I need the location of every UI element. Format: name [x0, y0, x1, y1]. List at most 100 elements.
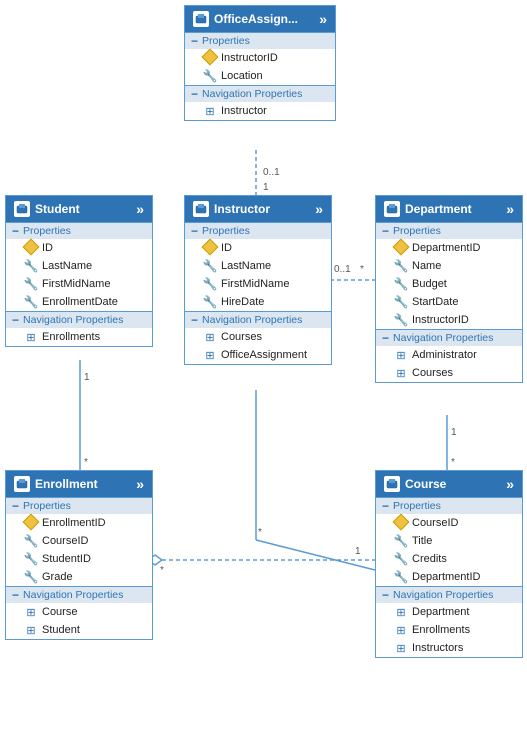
department-properties-header: − Properties: [376, 222, 522, 239]
department-prop-startdate: 🔧 StartDate: [376, 293, 522, 311]
wrench-icon: 🔧: [24, 259, 38, 273]
department-prop-departmentid: DepartmentID: [376, 239, 522, 257]
enrollment-prop-enrollmentid: EnrollmentID: [6, 514, 152, 532]
entity-student: Student » − Properties ID 🔧 LastName 🔧 F…: [5, 195, 153, 347]
key-icon: [24, 516, 38, 530]
entity-student-icon: [14, 201, 30, 217]
instructor-nav-header: − Navigation Properties: [185, 311, 331, 328]
wrench-icon: 🔧: [394, 552, 408, 566]
student-properties-header: − Properties: [6, 222, 152, 239]
enrollment-nav-student: ⊞ Student: [6, 621, 152, 639]
entity-course: Course » − Properties CourseID 🔧 Title 🔧…: [375, 470, 523, 658]
entity-course-title: Course: [405, 477, 446, 491]
department-prop-budget: 🔧 Budget: [376, 275, 522, 293]
officeassignment-nav-instructor: ⊞ Instructor: [185, 102, 335, 120]
department-nav-administrator: ⊞ Administrator: [376, 346, 522, 364]
department-nav-header: − Navigation Properties: [376, 329, 522, 346]
department-prop-name: 🔧 Name: [376, 257, 522, 275]
nav-icon: ⊞: [394, 605, 408, 619]
entity-student-expand[interactable]: »: [136, 202, 144, 216]
course-prop-courseid: CourseID: [376, 514, 522, 532]
entity-enrollment-icon: [14, 476, 30, 492]
svg-text:1: 1: [263, 182, 269, 193]
wrench-icon: 🔧: [394, 570, 408, 584]
nav-icon: ⊞: [394, 623, 408, 637]
department-prop-instructorid: 🔧 InstructorID: [376, 311, 522, 329]
wrench-icon: 🔧: [24, 570, 38, 584]
svg-text:0..1: 0..1: [334, 264, 351, 275]
key-icon: [203, 241, 217, 255]
diagram-container: 0..1 1 1 * 0..1 * * 1 * * 1 Off: [0, 0, 527, 742]
entity-department-expand[interactable]: »: [506, 202, 514, 216]
officeassignment-prop-location: 🔧 Location: [185, 67, 335, 85]
wrench-icon: 🔧: [24, 277, 38, 291]
svg-text:*: *: [258, 527, 262, 538]
wrench-icon: 🔧: [24, 534, 38, 548]
nav-icon: ⊞: [24, 330, 38, 344]
wrench-icon: 🔧: [203, 277, 217, 291]
student-prop-enrollmentdate: 🔧 EnrollmentDate: [6, 293, 152, 311]
course-prop-credits: 🔧 Credits: [376, 550, 522, 568]
entity-enrollment: Enrollment » − Properties EnrollmentID 🔧…: [5, 470, 153, 640]
wrench-icon: 🔧: [394, 295, 408, 309]
entity-department-icon: [384, 201, 400, 217]
nav-icon: ⊞: [394, 366, 408, 380]
entity-enrollment-expand[interactable]: »: [136, 477, 144, 491]
student-prop-lastname: 🔧 LastName: [6, 257, 152, 275]
course-prop-departmentid: 🔧 DepartmentID: [376, 568, 522, 586]
wrench-icon: 🔧: [203, 259, 217, 273]
entity-course-expand[interactable]: »: [506, 477, 514, 491]
course-properties-header: − Properties: [376, 497, 522, 514]
svg-text:0..1: 0..1: [263, 167, 280, 178]
course-nav-department: ⊞ Department: [376, 603, 522, 621]
entity-officeassignment-icon: [193, 11, 209, 27]
entity-enrollment-title: Enrollment: [35, 477, 98, 491]
officeassignment-properties-header: − Properties: [185, 32, 335, 49]
svg-text:*: *: [451, 457, 455, 468]
entity-instructor: Instructor » − Properties ID 🔧 LastName …: [184, 195, 332, 365]
entity-instructor-header: Instructor »: [185, 196, 331, 222]
wrench-icon: 🔧: [394, 534, 408, 548]
course-nav-instructors: ⊞ Instructors: [376, 639, 522, 657]
key-icon: [203, 51, 217, 65]
key-icon: [394, 516, 408, 530]
instructor-prop-lastname: 🔧 LastName: [185, 257, 331, 275]
instructor-prop-hiredate: 🔧 HireDate: [185, 293, 331, 311]
entity-department-title: Department: [405, 202, 472, 216]
svg-text:*: *: [160, 565, 164, 576]
entity-instructor-title: Instructor: [214, 202, 270, 216]
entity-student-header: Student »: [6, 196, 152, 222]
entity-officeassignment-header: OfficeAssign... »: [185, 6, 335, 32]
course-nav-enrollments: ⊞ Enrollments: [376, 621, 522, 639]
wrench-icon: 🔧: [24, 295, 38, 309]
instructor-prop-id: ID: [185, 239, 331, 257]
entity-student-title: Student: [35, 202, 80, 216]
instructor-nav-courses: ⊞ Courses: [185, 328, 331, 346]
nav-icon: ⊞: [394, 641, 408, 655]
entity-officeassignment: OfficeAssign... » − Properties Instructo…: [184, 5, 336, 121]
wrench-icon: 🔧: [394, 259, 408, 273]
wrench-icon: 🔧: [203, 69, 217, 83]
nav-icon: ⊞: [203, 330, 217, 344]
entity-course-header: Course »: [376, 471, 522, 497]
enrollment-prop-courseid: 🔧 CourseID: [6, 532, 152, 550]
svg-text:*: *: [360, 264, 364, 275]
entity-officeassignment-expand[interactable]: »: [319, 12, 327, 26]
course-nav-header: − Navigation Properties: [376, 586, 522, 603]
key-icon: [394, 241, 408, 255]
key-icon: [24, 241, 38, 255]
enrollment-prop-grade: 🔧 Grade: [6, 568, 152, 586]
department-nav-courses: ⊞ Courses: [376, 364, 522, 382]
nav-icon: ⊞: [203, 348, 217, 362]
nav-icon: ⊞: [394, 348, 408, 362]
instructor-properties-header: − Properties: [185, 222, 331, 239]
wrench-icon: 🔧: [394, 277, 408, 291]
entity-instructor-expand[interactable]: »: [315, 202, 323, 216]
course-prop-title: 🔧 Title: [376, 532, 522, 550]
nav-icon: ⊞: [24, 623, 38, 637]
entity-enrollment-header: Enrollment »: [6, 471, 152, 497]
wrench-icon: 🔧: [203, 295, 217, 309]
instructor-nav-officeassignment: ⊞ OfficeAssignment: [185, 346, 331, 364]
entity-instructor-icon: [193, 201, 209, 217]
entity-department: Department » − Properties DepartmentID 🔧…: [375, 195, 523, 383]
